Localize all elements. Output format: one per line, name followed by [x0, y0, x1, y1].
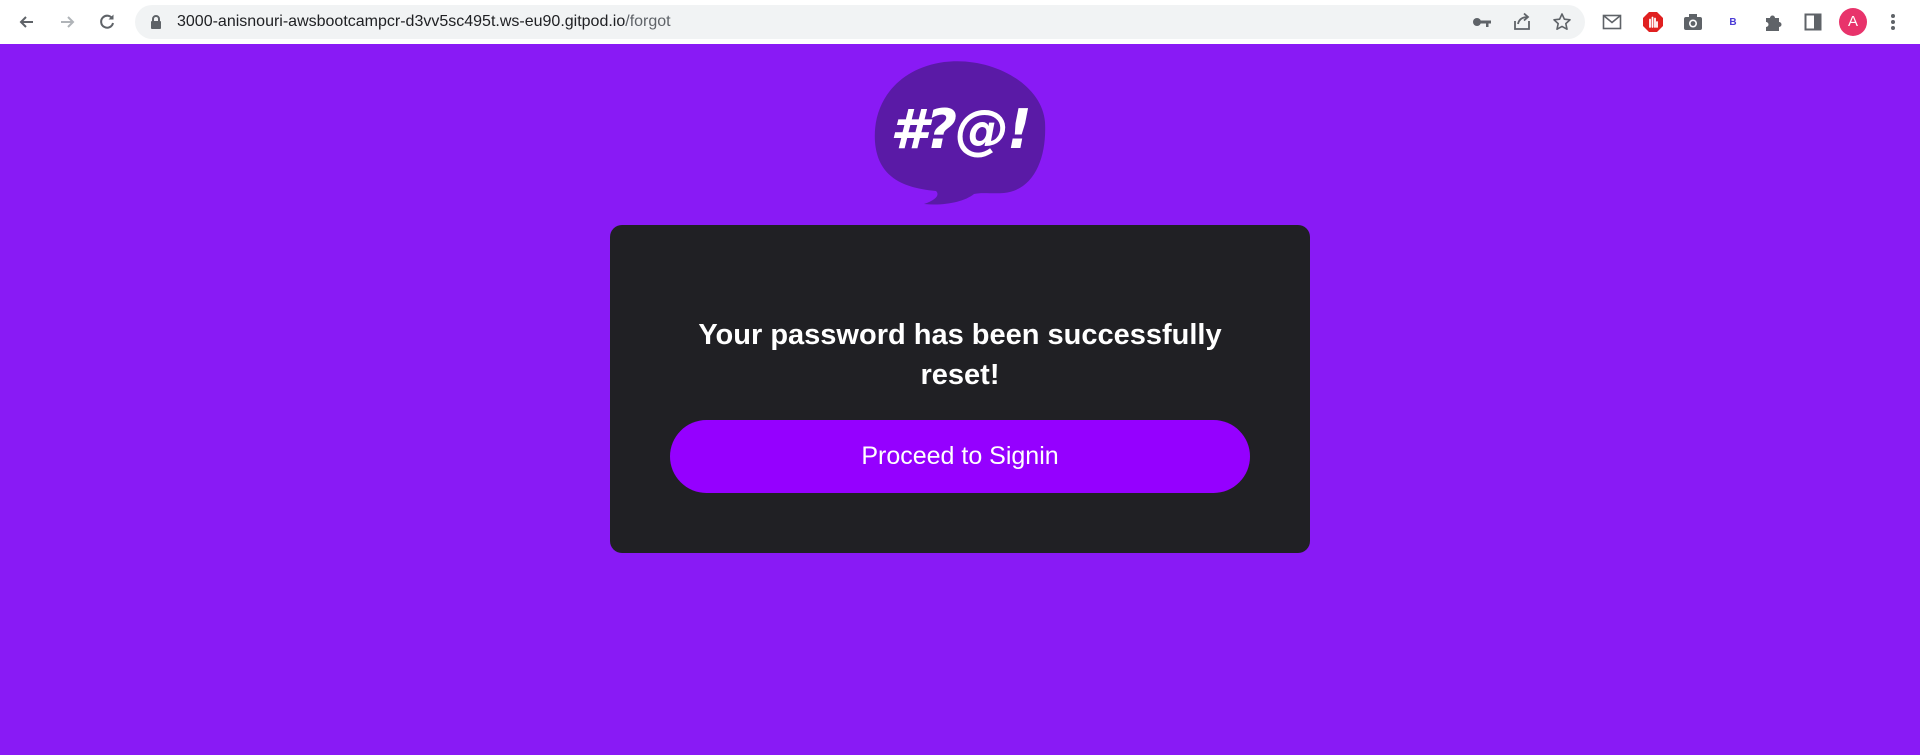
- address-bar[interactable]: 3000-anisnouri-awsbootcampcr-d3vv5sc495t…: [135, 5, 1585, 39]
- menu-dots-icon[interactable]: [1880, 9, 1906, 35]
- puzzle-icon[interactable]: [1760, 9, 1786, 35]
- mail-icon[interactable]: [1599, 9, 1625, 35]
- lock-icon[interactable]: [149, 14, 163, 35]
- profile-avatar[interactable]: A: [1839, 8, 1867, 36]
- browser-toolbar: 3000-anisnouri-awsbootcampcr-d3vv5sc495t…: [0, 0, 1920, 44]
- share-icon[interactable]: [1510, 10, 1534, 34]
- url-path: /forgot: [625, 13, 671, 30]
- forward-arrow-icon[interactable]: [52, 7, 82, 37]
- success-message: Your password has been successfully rese…: [698, 319, 1222, 391]
- reset-success-card: Your password has been successfully rese…: [610, 225, 1310, 553]
- url-host: 3000-anisnouri-awsbootcampcr-d3vv5sc495t…: [177, 13, 626, 30]
- page-content: #?@! Your password has been successfully…: [0, 44, 1920, 755]
- sidebar-icon[interactable]: [1800, 9, 1826, 35]
- key-icon[interactable]: [1470, 10, 1494, 34]
- logo-text: #?@!: [890, 98, 1032, 161]
- reload-icon[interactable]: [92, 7, 122, 37]
- url-text[interactable]: 3000-anisnouri-awsbootcampcr-d3vv5sc495t…: [177, 5, 671, 39]
- b-extension-icon[interactable]: B: [1720, 9, 1746, 35]
- back-arrow-icon[interactable]: [12, 7, 42, 37]
- proceed-to-signin-button[interactable]: Proceed to Signin: [670, 420, 1250, 493]
- stop-hand-icon[interactable]: [1640, 9, 1666, 35]
- camera-icon[interactable]: [1680, 9, 1706, 35]
- logo: #?@!: [874, 60, 1046, 206]
- star-icon[interactable]: [1550, 10, 1574, 34]
